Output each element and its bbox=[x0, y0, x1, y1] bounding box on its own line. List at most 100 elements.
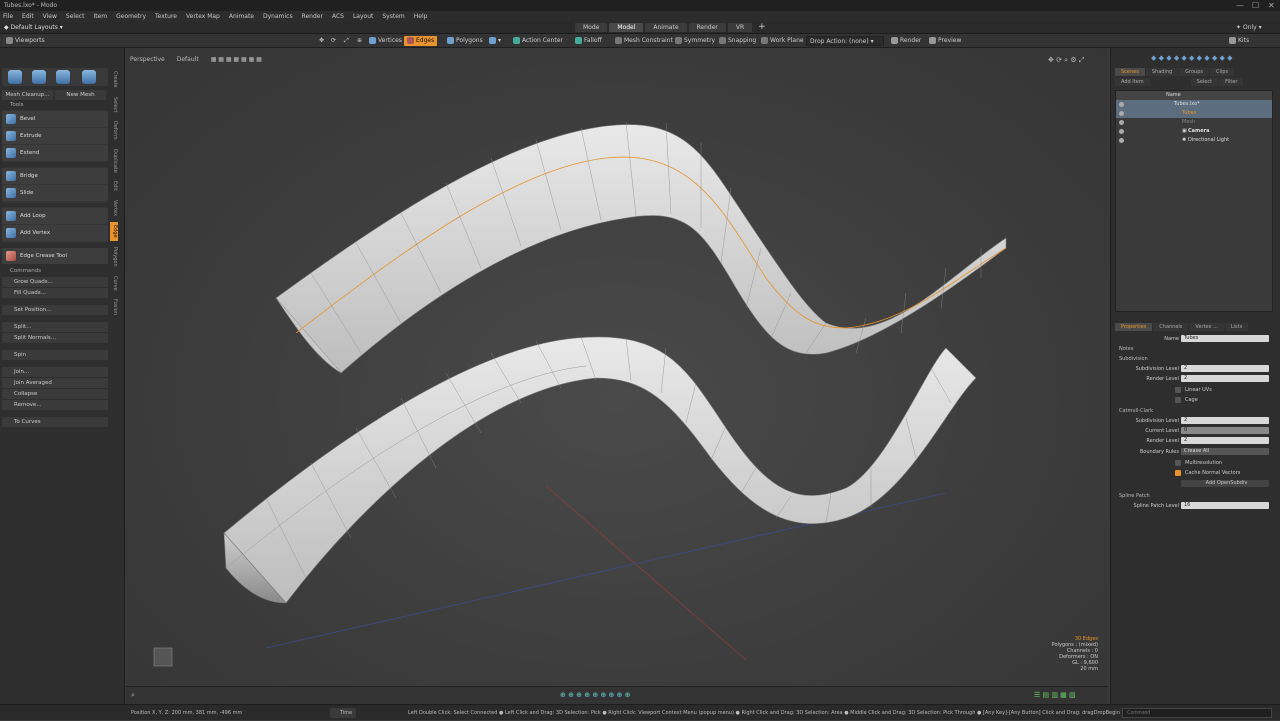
vtab-create[interactable]: Create bbox=[110, 68, 118, 91]
add-tab-icon[interactable]: + bbox=[754, 23, 770, 32]
linear-uvs-checkbox[interactable] bbox=[1175, 387, 1181, 393]
vtab-fusion[interactable]: Fusion bbox=[110, 296, 118, 318]
playback-controls-icon[interactable]: ⊕ ⊕ ⊕ ⊕ ⊕ ⊕ ⊕ ⊕ ⊕ bbox=[560, 691, 631, 699]
render-level-field[interactable]: 2 bbox=[1181, 375, 1269, 382]
viewport-options-icon[interactable]: ▦ ▦ ▦ ▦ ▦ ▦ ▦ bbox=[211, 56, 262, 63]
kits-button[interactable]: Kits bbox=[1226, 36, 1252, 46]
tab-mode[interactable]: Mode bbox=[575, 23, 608, 32]
snapping-button[interactable]: Snapping bbox=[716, 36, 759, 46]
minimize-icon[interactable]: — bbox=[1236, 0, 1244, 11]
cage-checkbox[interactable] bbox=[1175, 397, 1181, 403]
scale-tool-icon[interactable]: ⤢ bbox=[341, 36, 352, 46]
tab-clips[interactable]: Clips bbox=[1210, 68, 1235, 76]
tab-properties[interactable]: Properties bbox=[1115, 323, 1153, 331]
vtab-curve[interactable]: Curve bbox=[110, 273, 118, 294]
tab-channels[interactable]: Channels bbox=[1153, 323, 1189, 331]
bevel-button[interactable]: Bevel bbox=[2, 111, 108, 127]
menu-system[interactable]: System bbox=[382, 13, 404, 20]
cc-subdivision-level-field[interactable]: 2 bbox=[1181, 417, 1269, 424]
select-button[interactable]: Select bbox=[1190, 78, 1219, 86]
transform-tool-icon[interactable]: ⊕ bbox=[354, 36, 365, 46]
tree-item-mesh[interactable]: Mesh bbox=[1116, 118, 1272, 127]
vtab-edge[interactable]: Edge bbox=[110, 222, 118, 241]
view-mode-dropdown[interactable]: Perspective bbox=[130, 56, 165, 63]
add-loop-button[interactable]: Add Loop bbox=[2, 208, 108, 224]
upper-tube-mesh[interactable] bbox=[275, 121, 1007, 374]
join-averaged-button[interactable]: Join Averaged bbox=[2, 378, 108, 388]
add-vertex-button[interactable]: Add Vertex bbox=[2, 225, 108, 241]
cc-render-level-field[interactable]: 2 bbox=[1181, 437, 1269, 444]
select-icon[interactable] bbox=[8, 70, 22, 84]
split-button[interactable]: Split... bbox=[2, 322, 108, 332]
collapse-button[interactable]: Collapse bbox=[2, 389, 108, 399]
tab-shading[interactable]: Shading bbox=[1145, 68, 1179, 76]
vertices-button[interactable]: Vertices bbox=[366, 36, 405, 46]
lower-tube-mesh[interactable] bbox=[223, 336, 977, 604]
falloff-button[interactable]: Falloff bbox=[572, 36, 605, 46]
fill-quads-button[interactable]: Fill Quads... bbox=[2, 288, 108, 298]
tab-groups[interactable]: Groups bbox=[1179, 68, 1209, 76]
vtab-select[interactable]: Select bbox=[110, 94, 118, 115]
boundary-rules-dropdown[interactable]: Crease All bbox=[1181, 448, 1269, 455]
time-toggle[interactable]: Time bbox=[330, 708, 357, 718]
tab-render[interactable]: Render bbox=[688, 23, 726, 32]
action-center-button[interactable]: Action Center bbox=[510, 36, 566, 46]
transform-icon[interactable] bbox=[32, 70, 46, 84]
scene-toolbar-icons[interactable]: ◆ ◆ ◆ ◆ ◆ ◆ ◆ ◆ ◆ ◆ ◆ bbox=[1151, 54, 1232, 62]
drop-action-dropdown[interactable]: Drop Action: (none) ▾ bbox=[806, 36, 884, 46]
visibility-icon[interactable] bbox=[1119, 120, 1124, 125]
subdivision-level-field[interactable]: 2 bbox=[1181, 365, 1269, 372]
grow-quads-button[interactable]: Grow Quads... bbox=[2, 277, 108, 287]
edge-crease-tool-button[interactable]: Edge Crease Tool bbox=[2, 248, 108, 264]
add-item-button[interactable]: Add Item bbox=[1115, 78, 1150, 86]
symmetry-button[interactable]: Symmetry bbox=[672, 36, 718, 46]
viewports-dropdown[interactable]: Viewports bbox=[3, 36, 48, 46]
menu-dynamics[interactable]: Dynamics bbox=[263, 13, 293, 20]
tab-model[interactable]: Model bbox=[609, 23, 644, 32]
multiresolution-checkbox[interactable] bbox=[1175, 460, 1181, 466]
mesh-constraint-button[interactable]: Mesh Constraint bbox=[612, 36, 676, 46]
view-cube-icon[interactable] bbox=[153, 647, 173, 667]
rotate-tool-icon[interactable]: ⟳ bbox=[328, 36, 339, 46]
extend-button[interactable]: Extend bbox=[2, 145, 108, 161]
tree-item-tubes[interactable]: Tubes bbox=[1116, 109, 1272, 118]
close-icon[interactable]: ✕ bbox=[1268, 0, 1275, 11]
menu-render[interactable]: Render bbox=[302, 13, 323, 20]
bridge-button[interactable]: Bridge bbox=[2, 168, 108, 184]
set-position-button[interactable]: Set Position... bbox=[2, 305, 108, 315]
viewport-nav-icons[interactable]: ✥ ⟳ ⌕ ⚙ ⤢ bbox=[1048, 56, 1084, 65]
mesh-cleanup-button[interactable]: Mesh Cleanup... bbox=[2, 90, 53, 100]
pivot-icon[interactable] bbox=[82, 70, 96, 84]
item-mode-icon[interactable]: ▾ bbox=[486, 36, 504, 46]
spline-patch-level-field[interactable]: 16 bbox=[1181, 502, 1269, 509]
tab-animate[interactable]: Animate bbox=[645, 23, 687, 32]
element-move-icon[interactable] bbox=[56, 70, 70, 84]
slide-button[interactable]: Slide bbox=[2, 185, 108, 201]
spin-button[interactable]: Spin bbox=[2, 350, 108, 360]
menu-select[interactable]: Select bbox=[66, 13, 85, 20]
only-toggle[interactable]: ✦ Only ▾ bbox=[1236, 23, 1262, 32]
move-tool-icon[interactable]: ✥ bbox=[316, 36, 327, 46]
tab-vr[interactable]: VR bbox=[727, 23, 753, 32]
visibility-icon[interactable] bbox=[1119, 138, 1124, 143]
notes-section[interactable]: Notes bbox=[1119, 346, 1133, 352]
visibility-icon[interactable] bbox=[1119, 102, 1124, 107]
remove-button[interactable]: Remove... bbox=[2, 400, 108, 410]
menu-acs[interactable]: ACS bbox=[332, 13, 344, 20]
render-button[interactable]: Render bbox=[888, 36, 924, 46]
menu-help[interactable]: Help bbox=[414, 13, 428, 20]
visibility-icon[interactable] bbox=[1119, 129, 1124, 134]
polygons-button[interactable]: Polygons bbox=[444, 36, 486, 46]
new-mesh-button[interactable]: New Mesh bbox=[55, 90, 106, 100]
name-field[interactable]: Tubes bbox=[1181, 335, 1269, 342]
menu-geometry[interactable]: Geometry bbox=[116, 13, 146, 20]
vtab-deform[interactable]: Deform bbox=[110, 118, 118, 143]
extrude-button[interactable]: Extrude bbox=[2, 128, 108, 144]
to-curves-button[interactable]: To Curves bbox=[2, 417, 108, 427]
edges-button[interactable]: Edges bbox=[404, 36, 438, 46]
add-opensubdiv-button[interactable]: Add OpenSubdiv bbox=[1181, 480, 1269, 487]
tree-item-scene[interactable]: Tubes.lxo* bbox=[1116, 100, 1272, 109]
tab-lists[interactable]: Lists bbox=[1224, 323, 1249, 331]
menu-edit[interactable]: Edit bbox=[22, 13, 34, 20]
filter-button[interactable]: Filter bbox=[1219, 78, 1244, 86]
